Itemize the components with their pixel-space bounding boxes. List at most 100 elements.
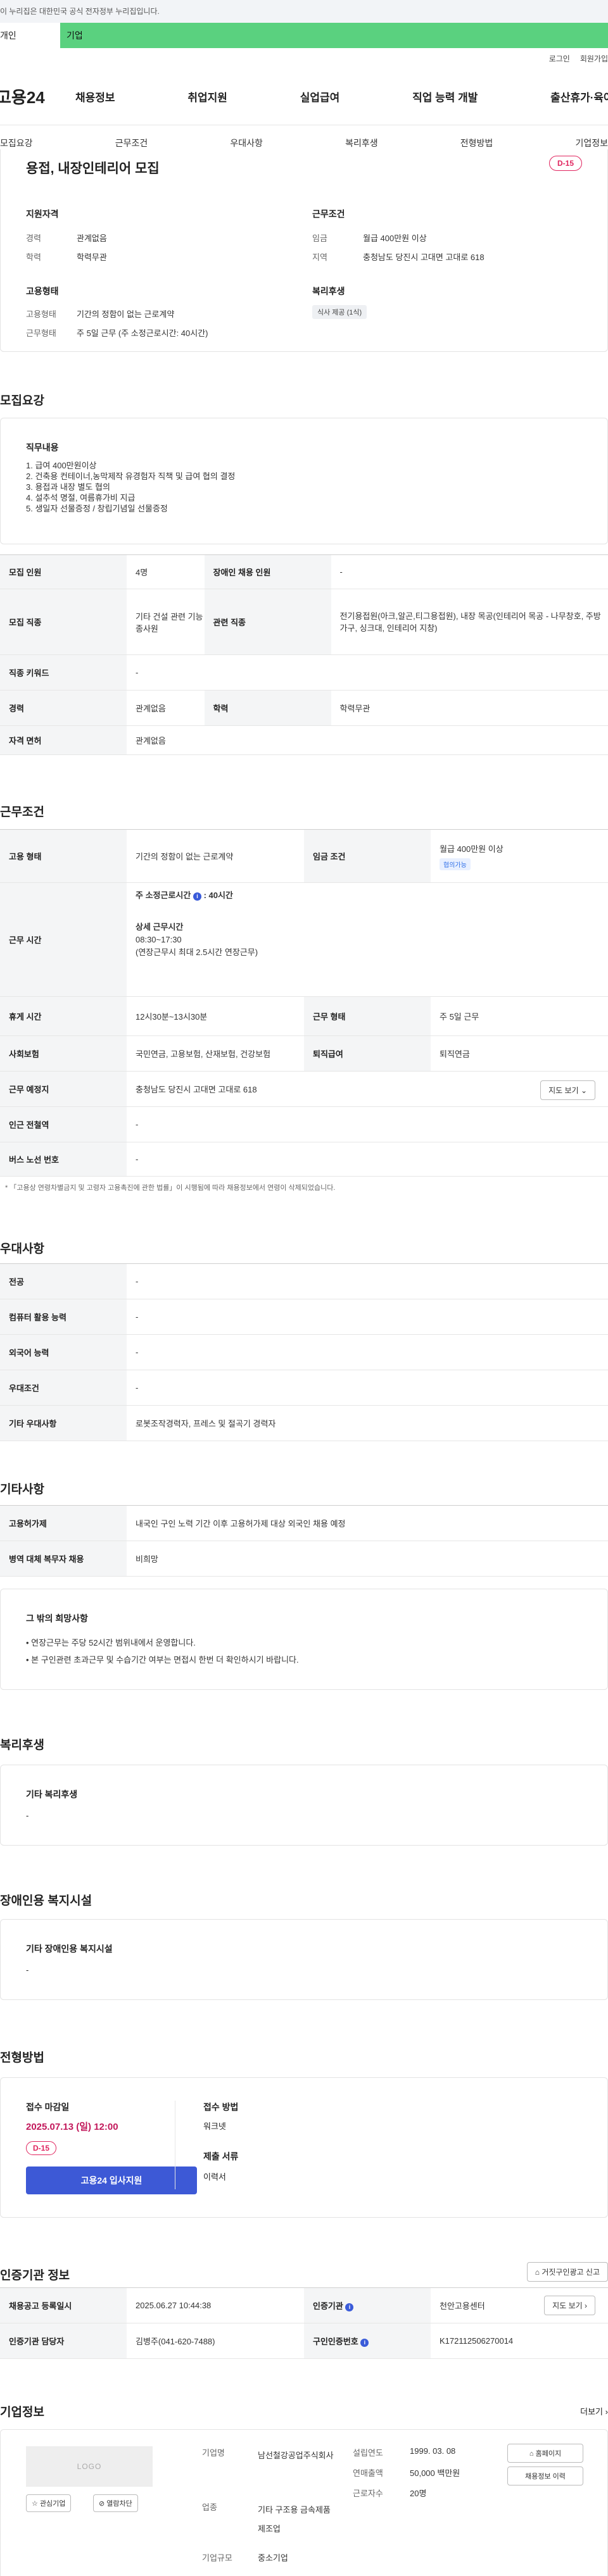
company-more-link[interactable]: 더보기 › (580, 2405, 608, 2417)
time-detail: 08:30~17:30 (136, 935, 182, 944)
menu-unemployment[interactable]: 실업급여 (300, 89, 340, 104)
cert-map-button[interactable]: 지도 보기 › (544, 2296, 595, 2315)
company-size-label: 기업규모 (202, 2553, 232, 2563)
cell-value: - (127, 1142, 608, 1177)
cell-header: 임금 조건 (304, 829, 431, 883)
time-cell: 주 소정근로시간 i : 40시간 상세 근무시간 08:30~17:30 (연… (127, 882, 608, 997)
duty-list: 1. 급여 400만원이상 2. 건축용 컨테이너,농막제작 유경험자 직책 및… (26, 460, 235, 514)
cond-heading: 근무조건 (312, 209, 345, 219)
cell-value: - (127, 654, 608, 691)
cell-value: - (331, 554, 608, 589)
wage-value: 월급 400만원 이상 (363, 234, 427, 243)
home-icon: ⌂ (535, 2268, 540, 2277)
cell-value: 기타 건설 관련 기능 종사원 (127, 589, 205, 655)
company-size-value: 중소기업 (258, 2553, 288, 2563)
duty-item: 1. 급여 400만원이상 (26, 461, 97, 470)
fav-company-button[interactable]: ☆ 관심기업 (26, 2494, 72, 2512)
login-link[interactable]: 로그인 (549, 53, 570, 64)
cell-header: 사회보험 (0, 1035, 127, 1072)
menu-training[interactable]: 직업 능력 개발 (412, 89, 478, 104)
report-button-label: 거짓구인광고 신고 (542, 2268, 600, 2277)
subnav-pref[interactable]: 우대사항 (230, 137, 263, 149)
homepage-label: 홈페이지 (535, 2450, 562, 2458)
docs-value: 이력서 (203, 2172, 226, 2182)
cell-header: 근무 예정지 (0, 1071, 127, 1107)
negotiable-tag: 협의가능 (440, 858, 471, 870)
wish-list: • 연장근무는 주당 52시간 범위내에서 운영합니다. • 본 구인관련 초과… (26, 1636, 299, 1670)
cell-header: 외국어 능력 (0, 1334, 127, 1370)
info-icon[interactable]: i (193, 892, 201, 901)
homepage-button[interactable]: ⌂ 홈페이지 (507, 2444, 583, 2463)
company-box: LOGO ☆ 관심기업 ⊘ 열람차단 기업명 남선철강공업주식회사 업종 기타 … (0, 2429, 608, 2576)
welfare-box-value: - (26, 1811, 29, 1820)
cell-header: 퇴직급여 (304, 1035, 431, 1072)
main-menu: 채용정보 취업지원 실업급여 직업 능력 개발 출산휴가·육아휴직 (75, 89, 608, 104)
cell-value: 관계없음 (127, 690, 205, 726)
cell-header: 인근 전철역 (0, 1106, 127, 1142)
qual-heading: 지원자격 (26, 209, 59, 219)
jobs-history-button[interactable]: 채용정보 이력 (507, 2467, 583, 2485)
company-emp-value: 20명 (410, 2489, 427, 2498)
info-icon[interactable]: i (360, 2339, 369, 2347)
dday-badge: D-15 (548, 156, 582, 171)
info-icon[interactable]: i (345, 2303, 354, 2311)
cell-value: 로봇조작경력자, 프레스 및 절곡기 경력자 (127, 1405, 608, 1441)
method-value: 워크넷 (203, 2122, 226, 2131)
company-biz-value: 기타 구조용 금속제품 제조업 (258, 2505, 331, 2534)
recruit-title: 모집요강 (0, 394, 44, 408)
cell-value: 12시30분~13시30분 (127, 996, 304, 1036)
subnav-work[interactable]: 근무조건 (115, 137, 148, 149)
signup-link[interactable]: 회원가입 (580, 53, 608, 64)
cell-header: 채용공고 등록일시 (0, 2287, 127, 2323)
list-item: • 연장근무는 주당 52시간 범위내에서 운영합니다. (26, 1638, 196, 1648)
cell-header: 컴퓨터 활용 능력 (0, 1299, 127, 1335)
subnav-process[interactable]: 전형방법 (460, 137, 493, 149)
apply-button[interactable]: 고용24 입사지원 (26, 2166, 197, 2194)
cell-value: 김병주(041-620-7488) (127, 2323, 304, 2359)
report-button[interactable]: ⌂ 거짓구인광고 신고 (526, 2262, 608, 2282)
map-button[interactable]: 지도 보기 ⌄ (540, 1080, 595, 1100)
cell-value: - (127, 1334, 608, 1370)
cert-org-label: 인증기관 (313, 2301, 343, 2311)
company-sales-value: 50,000 백만원 (410, 2468, 460, 2478)
wage-text: 월급 400만원 이상 (440, 844, 504, 854)
cell-header: 모집 인원 (0, 554, 127, 589)
block-company-button[interactable]: ⊘ 열람차단 (93, 2494, 138, 2512)
cell-value: 국민연금, 고용보험, 산재보험, 건강보험 (127, 1035, 304, 1072)
cell-value: 비희망 (127, 1541, 608, 1577)
edu-value: 학력무관 (77, 253, 107, 262)
menu-employment-support[interactable]: 취업지원 (187, 89, 227, 104)
site-logo[interactable]: 고용24 (0, 85, 75, 108)
job-summary-card: 용접, 내장인테리어 모집 D-15 지원자격 근무조건 경력 관계없음 학력 … (0, 149, 608, 352)
company-est-label: 설립연도 (353, 2448, 383, 2458)
duty-item: 4. 설추석 명절, 여름휴가비 지급 (26, 493, 136, 503)
process-title: 전형방법 (0, 2051, 44, 2065)
subnav-recruit[interactable]: 모집요강 (0, 137, 33, 149)
subnav-company[interactable]: 기업정보 (575, 137, 608, 149)
wish-heading: 그 밖의 희망사항 (26, 1613, 88, 1623)
tab-company[interactable]: 기업 (60, 23, 608, 48)
welfare-pill: 식사 제공 (1식) (312, 305, 367, 319)
process-box: 접수 마감일 2025.07.13 (일) 12:00 D-15 고용24 입사… (0, 2077, 608, 2218)
recruit-table: 모집 인원 4명 장애인 채용 인원 - 모집 직종 기타 건설 관련 기능 종사원 관련… (0, 554, 608, 755)
menu-leave[interactable]: 출산휴가·육아휴직 (550, 89, 608, 104)
cell-header: 고용허가제 (0, 1505, 127, 1541)
area-label: 지역 (312, 253, 327, 262)
worktype-label: 근무형태 (26, 328, 56, 338)
cell-header: 근무 시간 (0, 882, 127, 997)
cell-value: 주 5일 근무 (431, 996, 608, 1036)
method-heading: 접수 방법 (203, 2102, 239, 2112)
wage-cell: 월급 400만원 이상협의가능 (431, 829, 608, 883)
block-icon: ⊘ (99, 2500, 105, 2508)
pref-title: 우대사항 (0, 1242, 44, 1256)
subnav-welfare[interactable]: 복리후생 (345, 137, 378, 149)
cert-no-label: 구인인증번호 (313, 2337, 358, 2346)
time-extra: (연장근무시 최대 2.5시간 연장근무) (136, 947, 258, 957)
cell-header: 자격 면허 (0, 725, 127, 755)
company-est-value: 1999. 03. 08 (410, 2446, 456, 2456)
tab-personal[interactable]: 개인 (0, 23, 60, 48)
emp-heading: 고용형태 (26, 286, 59, 296)
menu-jobs[interactable]: 채용정보 (75, 89, 115, 104)
disabled-box: 기타 장애인용 복지시설 - (0, 1919, 608, 2000)
emptype-label: 고용형태 (26, 309, 56, 319)
